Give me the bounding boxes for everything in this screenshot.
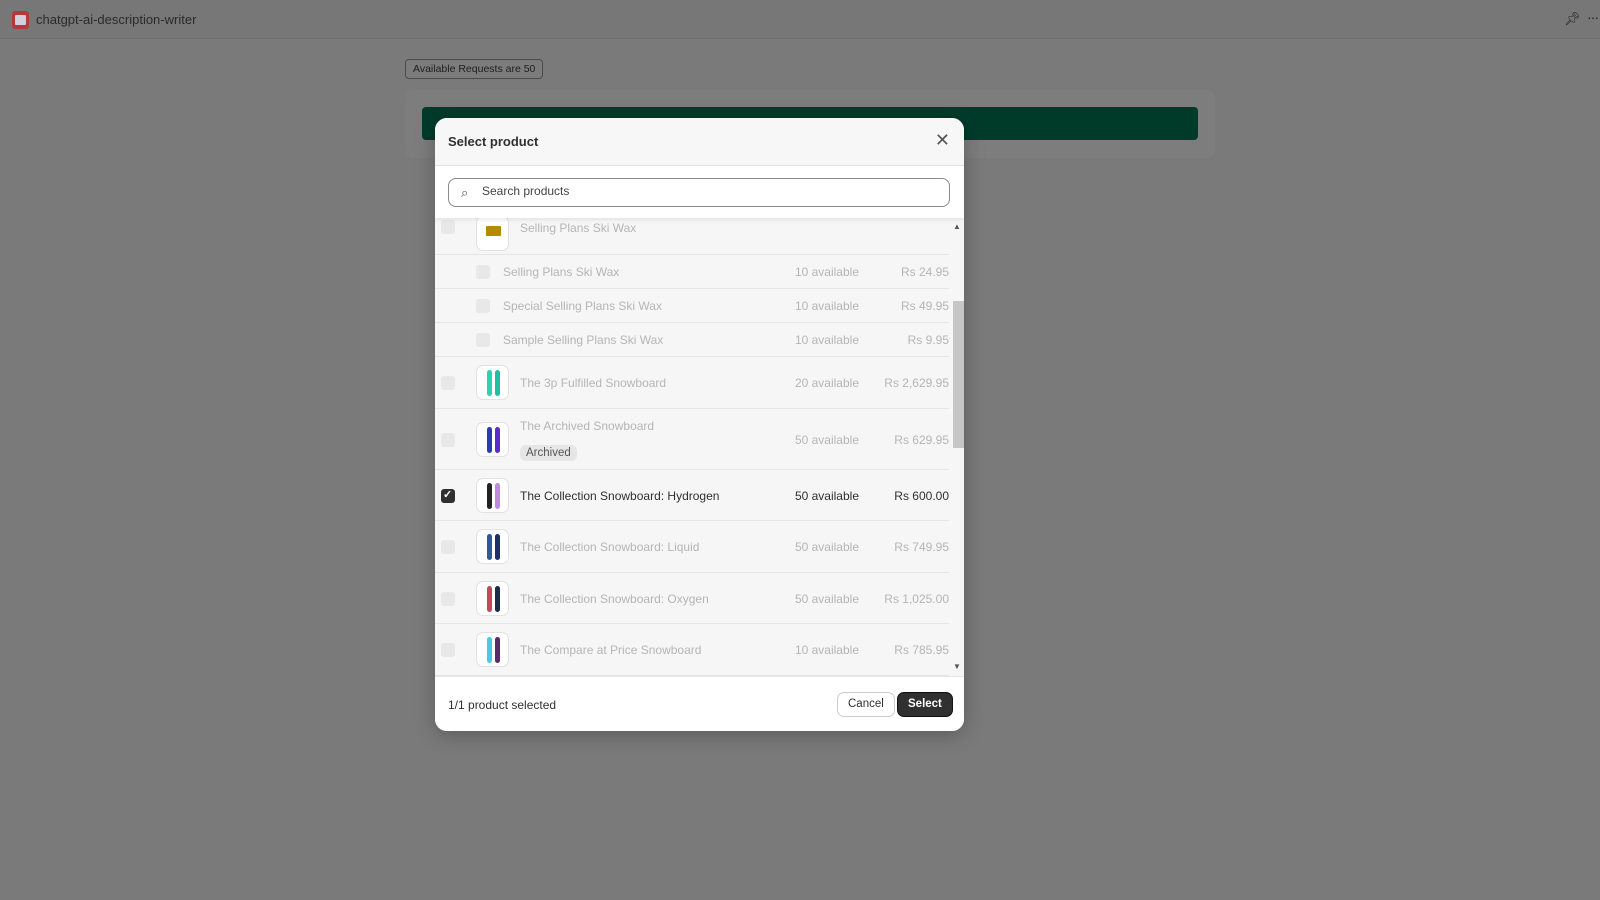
modal-title: Select product (448, 134, 539, 149)
snowboard-image (487, 637, 492, 663)
product-availability: 50 available (794, 432, 859, 447)
snowboard-image (487, 426, 492, 453)
app-topbar: chatgpt-ai-description-writer 📌︎ ··· (0, 0, 1600, 39)
product-price: Rs 1,025.00 (884, 591, 949, 606)
archived-badge: Archived (520, 445, 577, 461)
variant-name: Selling Plans Ski Wax (503, 265, 620, 279)
product-price: Rs 2,629.95 (884, 376, 949, 390)
pin-icon[interactable]: 📌︎ (1564, 11, 1581, 27)
app-notepad-icon (12, 11, 29, 29)
checkbox[interactable] (476, 333, 490, 347)
product-availability: 50 available (794, 488, 859, 503)
available-requests-badge: Available Requests are 50 (405, 59, 544, 79)
product-thumbnail (476, 365, 509, 400)
variant-price: Rs 49.95 (900, 299, 949, 313)
search-input[interactable] (482, 184, 922, 198)
variant-row[interactable]: Special Selling Plans Ski Wax 10 availab… (435, 289, 949, 323)
product-row[interactable]: The Compare at Price Snowboard 10 availa… (435, 624, 949, 676)
modal-footer: 1/1 product selected Cancel Select (435, 676, 964, 731)
checkbox[interactable] (441, 643, 455, 657)
checkbox[interactable] (441, 488, 455, 503)
snowboard-image (487, 534, 492, 560)
product-price: Rs 629.95 (894, 432, 949, 447)
checkbox[interactable] (441, 591, 455, 606)
snowboard-image (487, 370, 492, 396)
product-name: The Collection Snowboard: Liquid (520, 540, 700, 554)
product-name: The 3p Fulfilled Snowboard (520, 376, 667, 390)
variant-price: Rs 24.95 (900, 265, 949, 279)
product-thumbnail (476, 218, 509, 251)
product-row[interactable]: The Archived Snowboard Archived 50 avail… (435, 409, 949, 470)
snowboard-image (487, 482, 492, 509)
product-thumbnail (476, 477, 509, 513)
snowboard-image (495, 482, 500, 509)
variant-availability: 10 available (794, 299, 859, 313)
product-name: The Collection Snowboard: Hydrogen (520, 488, 720, 503)
scroll-down-icon[interactable]: ▼ (953, 662, 961, 671)
variant-row[interactable]: Selling Plans Ski Wax 10 available Rs 24… (435, 255, 949, 289)
product-row[interactable]: The 3p Fulfilled Snowboard 20 available … (435, 357, 949, 409)
product-thumbnail (476, 580, 509, 616)
product-row[interactable]: The Collection Snowboard: Hydrogen 50 av… (435, 470, 949, 521)
variant-name: Sample Selling Plans Ski Wax (503, 333, 664, 347)
selection-count: 1/1 product selected (448, 698, 557, 712)
scrollbar[interactable]: ▲ ▼ (949, 218, 964, 676)
product-availability: 50 available (794, 591, 859, 606)
snowboard-image (495, 585, 500, 612)
product-row[interactable]: The Collection Snowboard: Oxygen 50 avai… (435, 573, 949, 624)
close-icon[interactable]: ✕ (935, 130, 950, 151)
variant-price: Rs 9.95 (907, 333, 949, 347)
checkbox[interactable] (441, 376, 455, 390)
select-button[interactable]: Select (897, 692, 953, 717)
variant-availability: 10 available (794, 265, 859, 279)
product-availability: 50 available (794, 540, 859, 554)
product-name: The Collection Snowboard: Oxygen (520, 591, 709, 606)
product-price: Rs 600.00 (894, 488, 949, 503)
product-availability: 20 available (794, 376, 859, 390)
snowboard-image (495, 534, 500, 560)
more-dots-icon[interactable]: ··· (1587, 9, 1599, 25)
checkbox[interactable] (441, 540, 455, 554)
product-name: Selling Plans Ski Wax (520, 221, 637, 235)
checkbox[interactable] (476, 265, 490, 279)
scrollbar-thumb[interactable] (953, 301, 964, 448)
scroll-up-icon[interactable]: ▲ (953, 222, 961, 231)
checkbox[interactable] (441, 432, 455, 447)
variant-row[interactable]: Sample Selling Plans Ski Wax 10 availabl… (435, 323, 949, 357)
product-price: Rs 785.95 (894, 643, 949, 657)
product-list: Selling Plans Ski Wax Selling Plans Ski … (435, 218, 964, 676)
product-thumbnail (476, 421, 509, 457)
product-row-parent[interactable]: Selling Plans Ski Wax (435, 218, 949, 255)
select-product-modal: Select product ✕ ⌕ Selling Plans Ski Wax… (435, 118, 964, 731)
search-field[interactable]: ⌕ (448, 178, 950, 207)
snowboard-image (495, 426, 500, 453)
product-price: Rs 749.95 (894, 540, 949, 554)
product-name: The Compare at Price Snowboard (520, 643, 702, 657)
cancel-button[interactable]: Cancel (837, 692, 895, 717)
product-name: The Archived Snowboard (520, 419, 655, 433)
checkbox[interactable] (441, 220, 455, 234)
product-availability: 10 available (794, 643, 859, 657)
modal-header: Select product ✕ (435, 118, 964, 166)
app-title: chatgpt-ai-description-writer (36, 12, 197, 27)
snowboard-image (495, 370, 500, 396)
product-row[interactable]: The Collection Snowboard: Liquid 50 avai… (435, 521, 949, 573)
snowboard-image (495, 637, 500, 663)
checkbox[interactable] (476, 299, 490, 313)
variant-availability: 10 available (794, 333, 859, 347)
product-thumbnail (476, 529, 509, 564)
snowboard-image (487, 585, 492, 612)
product-thumbnail (476, 632, 509, 667)
search-icon: ⌕ (461, 185, 469, 200)
variant-name: Special Selling Plans Ski Wax (503, 299, 662, 313)
